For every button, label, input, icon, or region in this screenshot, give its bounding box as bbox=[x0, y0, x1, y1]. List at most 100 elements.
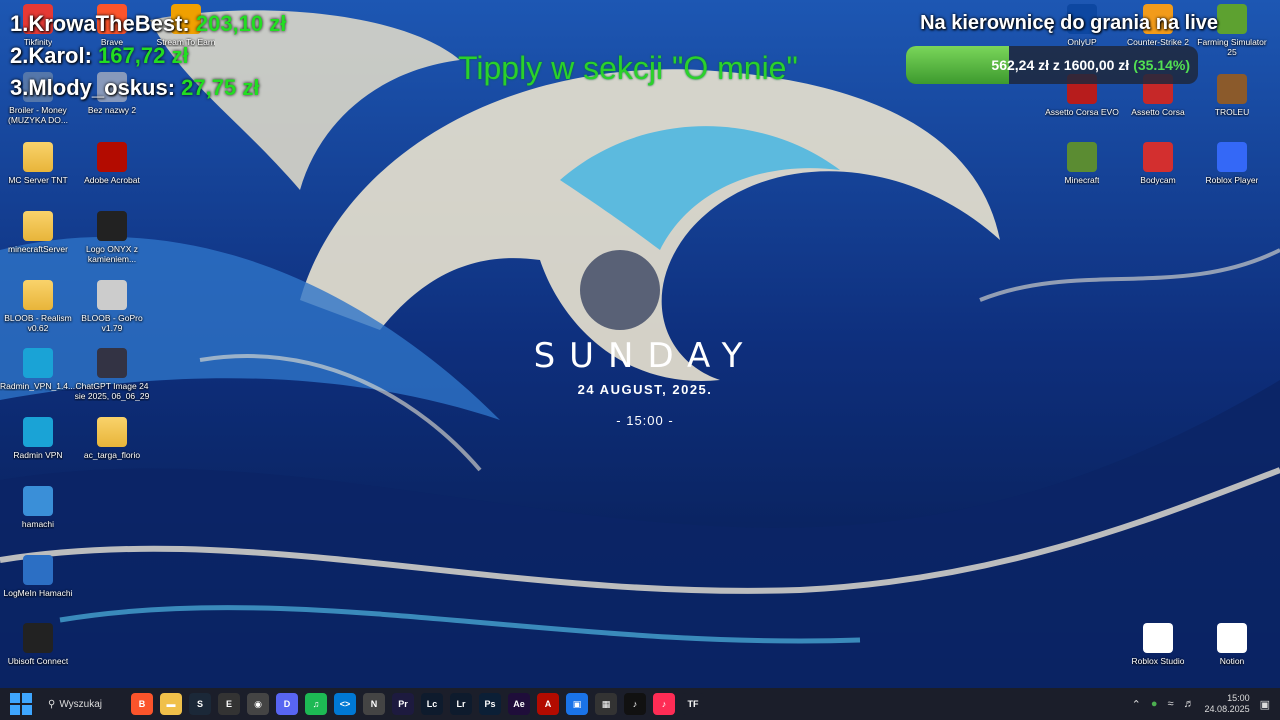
clock-time: 15:00 bbox=[1227, 693, 1250, 703]
shortcut-label: Roblox Player bbox=[1205, 175, 1259, 185]
search-button[interactable]: ⚲ Wyszukaj bbox=[48, 693, 108, 715]
desktop-shortcut[interactable]: BLOOB - GoPro v1.79 bbox=[74, 280, 150, 346]
donor-amount: 167,72 zł bbox=[98, 43, 189, 68]
shortcut-label: Assetto Corsa bbox=[1131, 107, 1185, 117]
shortcut-label: Roblox Studio bbox=[1131, 656, 1185, 666]
desktop-shortcut[interactable]: Notion bbox=[1194, 623, 1270, 689]
taskbar: ⚲ Wyszukaj B ▬ S E ◉ D ♫ <> N Pr Lc Lr Ps Ae A ▣ ▦ ♪ ♪ TF ⌃… bbox=[0, 688, 1280, 720]
desktop-shortcut[interactable]: Roblox Studio bbox=[1120, 623, 1196, 689]
taskbar-after-effects-icon[interactable]: Ae bbox=[508, 693, 530, 715]
goal-progress-bar: 562,24 zł z 1600,00 zł (35.14%) bbox=[906, 46, 1198, 84]
folder-icon bbox=[23, 280, 53, 310]
desktop-shortcut[interactable]: ac_targa_florio bbox=[74, 417, 150, 483]
desktop-shortcut[interactable]: minecraftServer bbox=[0, 211, 76, 277]
desktop-shortcut[interactable]: ChatGPT Image 24 sie 2025, 06_06_29 bbox=[74, 348, 150, 414]
desktop-shortcut[interactable]: Ubisoft Connect bbox=[0, 623, 76, 689]
shortcut-label: BLOOB - Realism v0.62 bbox=[4, 313, 72, 333]
tip-note: Tipply w sekcji "O mnie" bbox=[458, 50, 798, 86]
leaderboard-row: 3.Mlody_oskus: 27,75 zł bbox=[10, 72, 286, 104]
settings-file-icon bbox=[97, 280, 127, 310]
donor-name: 3.Mlody_oskus: bbox=[10, 75, 176, 100]
widget-time: - 15:00 - bbox=[616, 413, 674, 428]
shortcut-label: MC Server TNT bbox=[8, 175, 68, 185]
shortcut-label: Farming Simulator 25 bbox=[1197, 37, 1267, 57]
donation-leaderboard: 1.KrowaTheBest: 203,10 zł 2.Karol: 167,7… bbox=[10, 8, 286, 104]
taskbar-tipply-icon[interactable]: TF bbox=[682, 693, 704, 715]
goal-amount: 562,24 zł z 1600,00 zł bbox=[991, 57, 1130, 73]
goal-progress-text: 562,24 zł z 1600,00 zł (35.14%) bbox=[906, 46, 1198, 84]
taskbar-steam-icon[interactable]: S bbox=[189, 693, 211, 715]
taskbar-vscode-icon[interactable]: <> bbox=[334, 693, 356, 715]
taskbar-microsoft-store-icon[interactable]: ▦ bbox=[595, 693, 617, 715]
taskbar-lightroom-icon[interactable]: Lr bbox=[450, 693, 472, 715]
desktop-shortcut[interactable]: Radmin VPN bbox=[0, 417, 76, 483]
notion-icon bbox=[1217, 623, 1247, 653]
taskbar-apps: B ▬ S E ◉ D ♫ <> N Pr Lc Lr Ps Ae A ▣ ▦ ♪ ♪ TF bbox=[124, 693, 704, 715]
desktop-shortcut[interactable]: TROLEU bbox=[1194, 74, 1270, 140]
desktop-shortcut[interactable]: BLOOB - Realism v0.62 bbox=[0, 280, 76, 346]
taskbar-epic-icon[interactable]: E bbox=[218, 693, 240, 715]
taskbar-remote-icon[interactable]: ▣ bbox=[566, 693, 588, 715]
volume-icon[interactable]: ♬ bbox=[1184, 698, 1195, 710]
fs25-icon bbox=[1217, 4, 1247, 34]
radmin-icon bbox=[23, 348, 53, 378]
taskbar-file-explorer-icon[interactable]: ▬ bbox=[160, 693, 182, 715]
desktop-shortcut[interactable]: Radmin_VPN_1.4.... bbox=[0, 348, 76, 414]
desktop-shortcut[interactable]: hamachi bbox=[0, 486, 76, 552]
bodycam-icon bbox=[1143, 142, 1173, 172]
notification-icon[interactable]: ▣ bbox=[1260, 698, 1270, 711]
taskbar-photoshop-icon[interactable]: Ps bbox=[479, 693, 501, 715]
shortcut-label: Minecraft bbox=[1064, 175, 1100, 185]
taskbar-acrobat-icon[interactable]: A bbox=[537, 693, 559, 715]
shortcut-label: ChatGPT Image 24 sie 2025, 06_06_29 bbox=[74, 381, 150, 401]
troleu-icon bbox=[1217, 74, 1247, 104]
donor-name: 1.KrowaTheBest: bbox=[10, 11, 190, 36]
search-label: Wyszukaj bbox=[59, 698, 103, 710]
wifi-icon[interactable]: ≈ bbox=[1168, 698, 1174, 710]
ubisoft-icon bbox=[23, 623, 53, 653]
taskbar-tiktok-live-icon[interactable]: ♪ bbox=[653, 693, 675, 715]
taskbar-tiktok-icon[interactable]: ♪ bbox=[624, 693, 646, 715]
shortcut-label: Adobe Acrobat bbox=[84, 175, 140, 185]
minecraft-icon bbox=[1067, 142, 1097, 172]
widget-date: 24 AUGUST, 2025. bbox=[577, 382, 713, 397]
chevron-up-icon[interactable]: ⌃ bbox=[1132, 698, 1141, 711]
folder-icon bbox=[23, 211, 53, 241]
start-button[interactable] bbox=[10, 693, 32, 715]
desktop-shortcut[interactable]: Adobe Acrobat bbox=[74, 142, 150, 208]
desktop-shortcut[interactable]: Bodycam bbox=[1120, 142, 1196, 208]
roblox-studio-icon bbox=[1143, 623, 1173, 653]
shortcut-label: Radmin_VPN_1.4.... bbox=[0, 381, 76, 391]
taskbar-premiere-icon[interactable]: Pr bbox=[392, 693, 414, 715]
goal-percent: (35.14%) bbox=[1133, 57, 1190, 73]
shortcut-label: Notion bbox=[1219, 656, 1245, 666]
desktop-shortcut[interactable]: MC Server TNT bbox=[0, 142, 76, 208]
taskbar-discord-icon[interactable]: D bbox=[276, 693, 298, 715]
acrobat-icon bbox=[97, 142, 127, 172]
search-icon: ⚲ bbox=[48, 698, 56, 710]
desktop-shortcut[interactable]: Logo ONYX z kamieniem... bbox=[74, 211, 150, 277]
leaderboard-row: 1.KrowaTheBest: 203,10 zł bbox=[10, 8, 286, 40]
date-widget: SUNDAY 24 AUGUST, 2025. - 15:00 - bbox=[500, 336, 790, 428]
microphone-icon[interactable]: ● bbox=[1151, 698, 1158, 710]
taskbar-clock[interactable]: 15:00 24.08.2025 bbox=[1205, 693, 1250, 715]
widget-day: SUNDAY bbox=[533, 336, 757, 376]
radmin-icon bbox=[23, 417, 53, 447]
desktop-shortcut[interactable]: Minecraft bbox=[1044, 142, 1120, 208]
taskbar-spotify-icon[interactable]: ♫ bbox=[305, 693, 327, 715]
shortcut-label: Ubisoft Connect bbox=[7, 656, 69, 666]
hamachi-installer-icon bbox=[23, 486, 53, 516]
donor-amount: 27,75 zł bbox=[181, 75, 260, 100]
goal-title: Na kierownicę do grania na live bbox=[920, 12, 1218, 34]
taskbar-notion-icon[interactable]: N bbox=[363, 693, 385, 715]
taskbar-lightroom-classic-icon[interactable]: Lc bbox=[421, 693, 443, 715]
leaderboard-row: 2.Karol: 167,72 zł bbox=[10, 40, 286, 72]
shortcut-label: LogMeIn Hamachi bbox=[3, 588, 73, 598]
desktop-shortcut[interactable]: Roblox Player bbox=[1194, 142, 1270, 208]
roblox-icon bbox=[1217, 142, 1247, 172]
taskbar-obs-icon[interactable]: ◉ bbox=[247, 693, 269, 715]
shortcut-label: Broiler - Money (MUZYKA DO... bbox=[8, 105, 68, 125]
taskbar-brave-icon[interactable]: B bbox=[131, 693, 153, 715]
desktop-shortcut[interactable]: LogMeIn Hamachi bbox=[0, 555, 76, 621]
donor-name: 2.Karol: bbox=[10, 43, 92, 68]
